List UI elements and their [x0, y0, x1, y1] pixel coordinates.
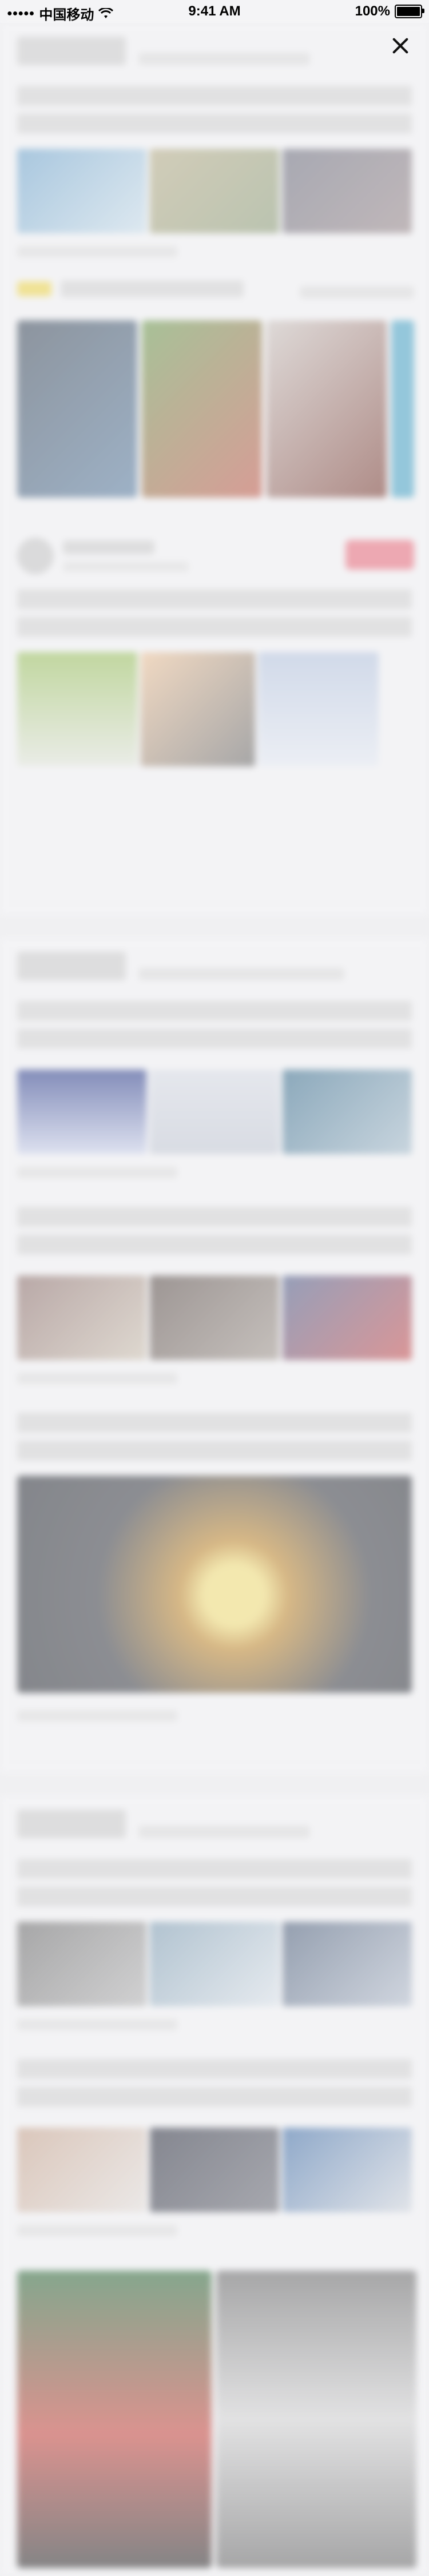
album-more-block: [300, 286, 414, 299]
thumb-row: [17, 2128, 412, 2212]
thumbnail: [17, 1275, 146, 1360]
meta-block: [17, 1373, 177, 1384]
headline-block: [17, 1859, 412, 1909]
status-right: 100%: [355, 3, 424, 19]
account-name-block: [63, 540, 154, 554]
battery-icon: [395, 5, 424, 18]
featured-image: [17, 1476, 412, 1693]
account-meta-block: [63, 562, 189, 572]
thumb-row: [17, 1922, 412, 2006]
meta-block: [17, 2225, 177, 2236]
feed-section-local: [0, 23, 429, 915]
thumbnail: [150, 1275, 279, 1360]
headline-block: [17, 1207, 412, 1257]
thumbnail: [150, 1922, 279, 2006]
thumbnail: [259, 652, 379, 766]
thumb-row: [17, 1070, 412, 1154]
thumbnail: [17, 1070, 146, 1154]
album-row: [17, 320, 414, 498]
album-header: [17, 280, 244, 297]
magazine-cover: [17, 2271, 212, 2568]
thumb-row: [17, 652, 379, 766]
headline-block: [17, 86, 412, 136]
section-title-block: [17, 1810, 126, 1838]
headline-block: [17, 589, 412, 639]
battery-level: [397, 7, 420, 16]
headline-block: [17, 1001, 412, 1051]
thumbnail: [283, 2128, 412, 2212]
magazine-cover: [216, 2271, 416, 2568]
thumb-row: [17, 1275, 412, 1360]
thumbnail: [141, 652, 255, 766]
thumbnail: [283, 1275, 412, 1360]
thumbnail: [150, 2128, 279, 2212]
battery-percent: 100%: [355, 3, 390, 19]
thumbnail: [17, 652, 137, 766]
feed-section-international: [0, 1796, 429, 2576]
close-icon[interactable]: [387, 32, 414, 59]
feed-section-domestic: [0, 938, 429, 1773]
album-card: [267, 320, 387, 498]
blurred-background-feed: [0, 23, 429, 2576]
section-header: [17, 952, 344, 980]
magazine-row: [17, 2271, 416, 2568]
section-title-block: [17, 37, 126, 65]
headline-block: [17, 1413, 412, 1463]
thumbnail: [17, 2128, 146, 2212]
section-tags-block: [138, 1826, 310, 1838]
thumbnail: [283, 149, 412, 233]
thumbnail: [283, 1922, 412, 2006]
album-chip: [17, 281, 51, 296]
album-card: [391, 320, 414, 498]
album-card: [142, 320, 262, 498]
thumbnail: [150, 149, 279, 233]
thumbnail: [283, 1070, 412, 1154]
meta-block: [17, 246, 177, 257]
album-title-block: [61, 280, 244, 297]
section-tags-block: [138, 968, 344, 980]
album-card: [17, 320, 137, 498]
section-title-block: [17, 952, 126, 980]
thumbnail: [17, 149, 146, 233]
meta-block: [17, 2019, 177, 2030]
meta-block: [17, 1710, 177, 1722]
section-header: [17, 1810, 310, 1838]
thumb-row: [17, 149, 412, 233]
avatar: [17, 538, 54, 574]
meta-block: [17, 1167, 177, 1178]
thumbnail: [17, 1922, 146, 2006]
headline-block: [17, 2059, 412, 2109]
status-bar: ●●●●● 中国移动 9:41 AM 100%: [0, 0, 429, 23]
section-tags-block: [138, 53, 310, 65]
thumbnail: [150, 1070, 279, 1154]
subscribe-button-blurred: [345, 540, 414, 570]
section-header: [17, 37, 310, 65]
